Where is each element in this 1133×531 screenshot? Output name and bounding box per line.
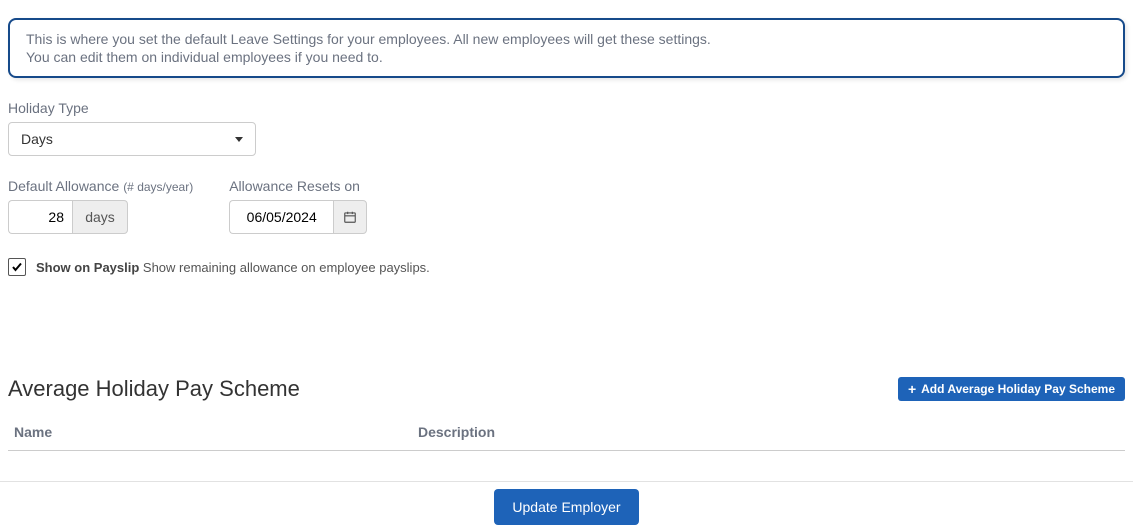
info-line-2: You can edit them on individual employee… (26, 48, 1107, 66)
allowance-resets-label: Allowance Resets on (229, 178, 367, 194)
default-allowance-label: Default Allowance (# days/year) (8, 178, 193, 194)
default-allowance-unit: days (72, 200, 128, 234)
column-header-description: Description (418, 424, 1125, 440)
show-on-payslip-checkbox[interactable] (8, 258, 26, 276)
calendar-icon (343, 210, 357, 224)
update-employer-button[interactable]: Update Employer (494, 489, 638, 525)
add-scheme-button-label: Add Average Holiday Pay Scheme (921, 382, 1115, 396)
show-on-payslip-label: Show on Payslip Show remaining allowance… (36, 260, 430, 275)
allowance-resets-input[interactable] (229, 200, 333, 234)
column-header-name: Name (8, 424, 418, 440)
check-icon (11, 261, 23, 273)
scheme-section-title: Average Holiday Pay Scheme (8, 376, 300, 402)
footer: Update Employer (0, 481, 1133, 531)
default-allowance-input[interactable] (8, 200, 72, 234)
add-scheme-button[interactable]: + Add Average Holiday Pay Scheme (898, 377, 1125, 401)
holiday-type-select[interactable]: Days (8, 122, 256, 156)
chevron-down-icon (235, 137, 243, 142)
holiday-type-label: Holiday Type (8, 100, 1125, 116)
scheme-table-header: Name Description (8, 424, 1125, 451)
info-line-1: This is where you set the default Leave … (26, 30, 1107, 48)
info-box: This is where you set the default Leave … (8, 18, 1125, 78)
holiday-type-value: Days (21, 131, 53, 147)
plus-icon: + (908, 382, 916, 396)
calendar-button[interactable] (333, 200, 367, 234)
